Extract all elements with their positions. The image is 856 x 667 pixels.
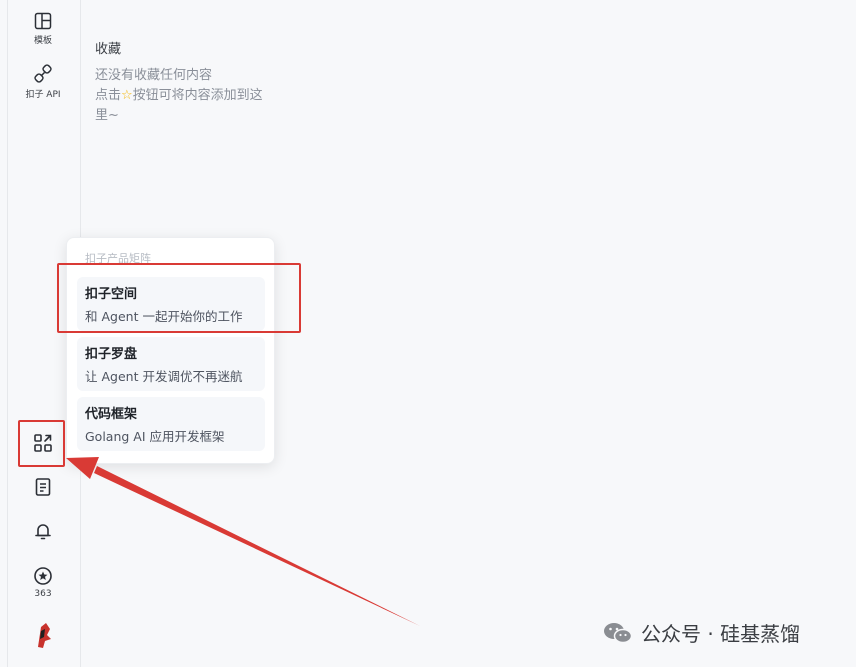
watermark: 公众号 · 硅基蒸馏 — [603, 618, 800, 647]
annotation-arrow — [66, 457, 420, 626]
wechat-icon — [603, 621, 633, 645]
watermark-text: 公众号 · 硅基蒸馏 — [641, 622, 801, 646]
